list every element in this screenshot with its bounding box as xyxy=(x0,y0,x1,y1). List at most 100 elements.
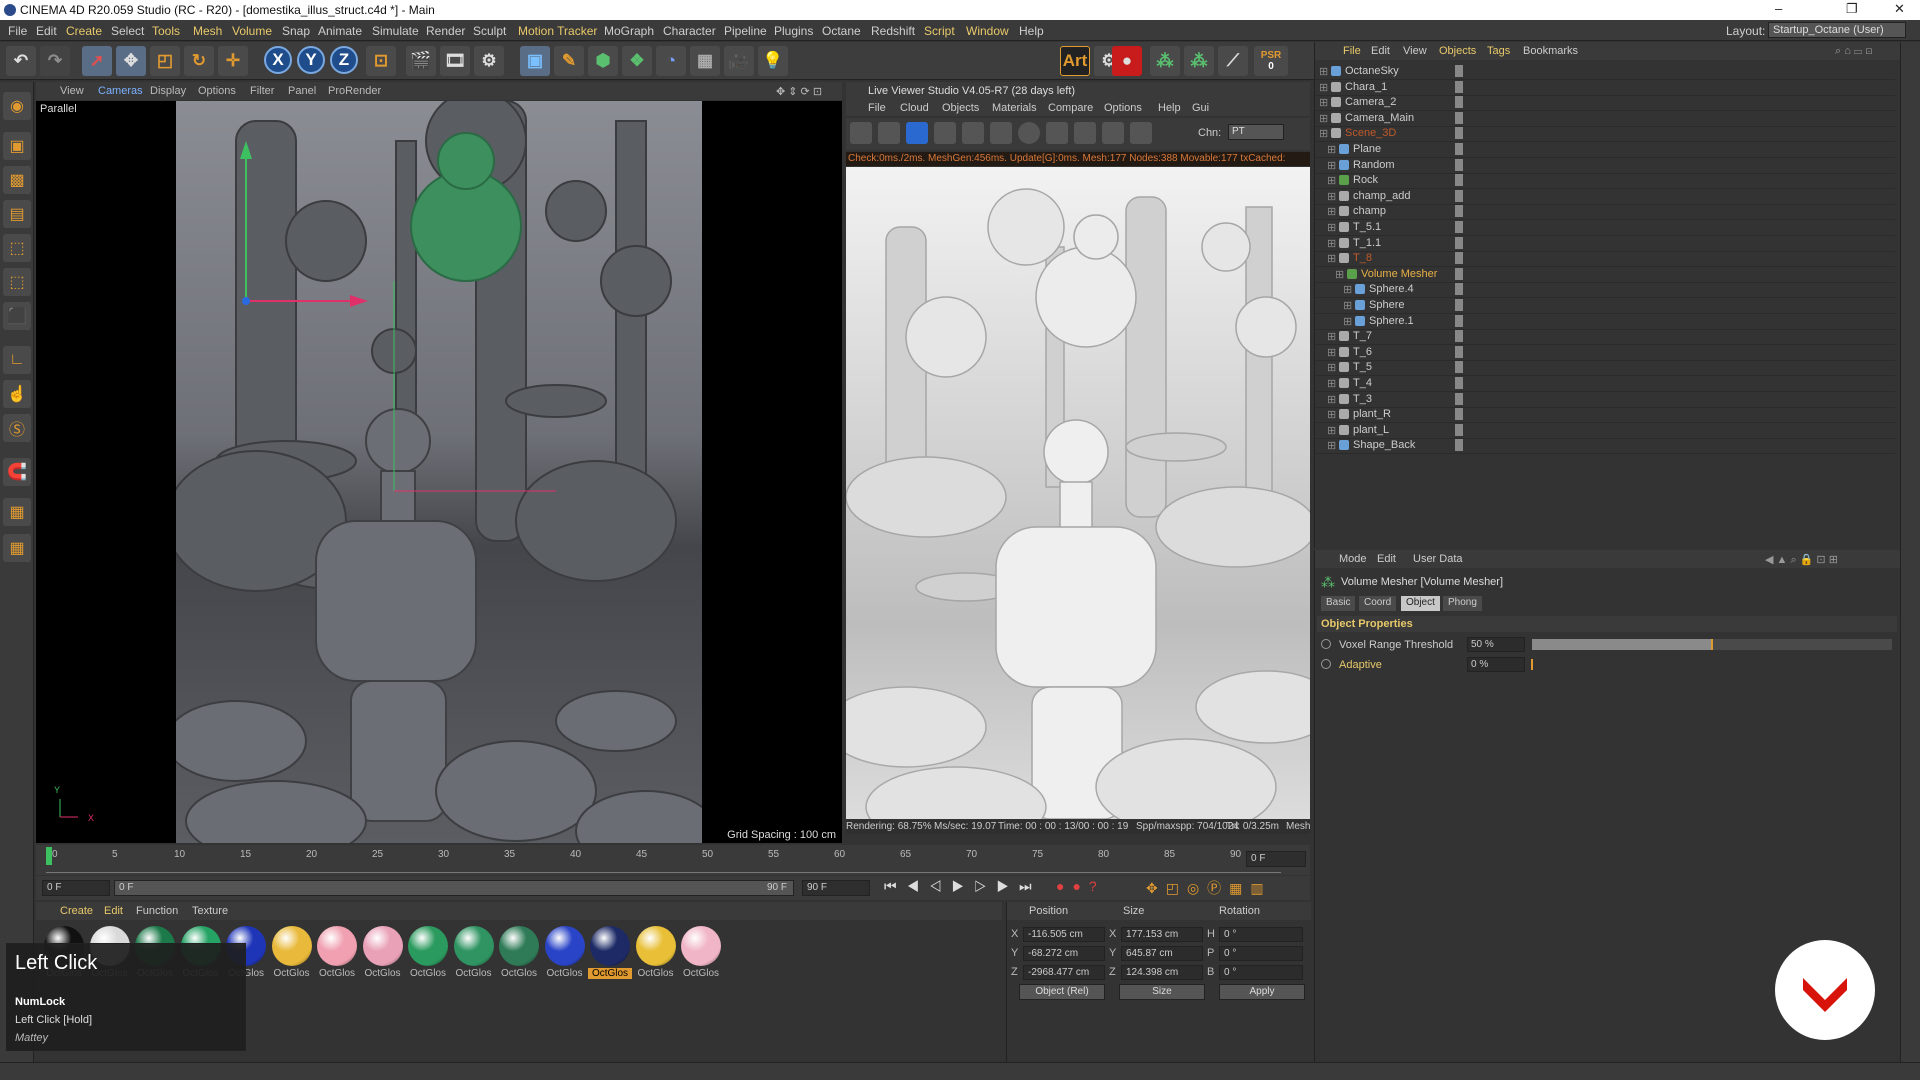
close-button[interactable]: ✕ xyxy=(1894,1,1905,17)
psr-toggle[interactable]: PSR 0 xyxy=(1254,46,1288,76)
expand-toggle-icon[interactable]: ⊞ xyxy=(1327,159,1336,172)
recent-tool-icon[interactable]: ✛ xyxy=(218,46,248,76)
menu-volume[interactable]: Volume xyxy=(232,24,272,38)
visibility-toggle-icon[interactable] xyxy=(1455,127,1463,140)
lv-settings-icon[interactable] xyxy=(850,122,872,144)
viewport-menu-panel[interactable]: Panel xyxy=(288,85,316,97)
polygons-mode-icon[interactable]: ⬛ xyxy=(3,302,31,330)
position-y-field[interactable]: -68.272 cm xyxy=(1023,946,1105,961)
art-button[interactable]: Art xyxy=(1060,46,1090,76)
position-z-field[interactable]: -2968.477 cm xyxy=(1023,965,1105,980)
lv-menu-objects[interactable]: Objects xyxy=(942,102,979,114)
material-swatch[interactable]: OctGlos xyxy=(497,926,541,982)
visibility-toggle-icon[interactable] xyxy=(1455,236,1463,249)
menu-create[interactable]: Create xyxy=(66,24,102,38)
render-picture-viewer-icon[interactable]: 🎞 xyxy=(440,46,470,76)
material-swatch[interactable]: OctGlos xyxy=(634,926,678,982)
undo-icon[interactable]: ↶ xyxy=(6,46,36,76)
menu-character[interactable]: Character xyxy=(663,24,716,38)
visibility-toggle-icon[interactable] xyxy=(1455,299,1463,311)
lv-menu-options[interactable]: Options xyxy=(1104,102,1142,114)
octane-objects-icon[interactable]: ⁂ xyxy=(1184,46,1214,76)
menu-window[interactable]: Window xyxy=(966,24,1009,38)
expand-toggle-icon[interactable]: ⊞ xyxy=(1327,393,1336,406)
expand-toggle-icon[interactable]: ⊞ xyxy=(1319,112,1328,125)
lv-menu-gui[interactable]: Gui xyxy=(1192,102,1209,114)
lv-split-icon[interactable] xyxy=(1074,122,1096,144)
viewport-menu-display[interactable]: Display xyxy=(150,85,186,97)
tab-object[interactable]: Object xyxy=(1401,596,1440,611)
visibility-toggle-icon[interactable] xyxy=(1455,330,1463,343)
visibility-toggle-icon[interactable] xyxy=(1455,80,1463,93)
position-x-field[interactable]: -116.505 cm xyxy=(1023,927,1105,942)
lv-menu-cloud[interactable]: Cloud xyxy=(900,102,929,114)
rotate-tool-icon[interactable]: ↻ xyxy=(184,46,214,76)
expand-toggle-icon[interactable]: ⊞ xyxy=(1343,315,1352,328)
size-z-field[interactable]: 124.398 cm xyxy=(1121,965,1203,980)
menu-plugins[interactable]: Plugins xyxy=(774,24,813,38)
record-keys-icon[interactable]: ●●? xyxy=(1056,878,1105,894)
viewport-scene[interactable] xyxy=(176,101,702,843)
expand-toggle-icon[interactable]: ⊞ xyxy=(1327,346,1336,359)
attr-nav-icons[interactable]: ◀ ▲ ⌕ 🔒 ⊡ ⊞ xyxy=(1765,553,1838,567)
animate-param-icon[interactable] xyxy=(1321,659,1331,669)
expand-toggle-icon[interactable]: ⊞ xyxy=(1319,65,1328,78)
expand-toggle-icon[interactable]: ⊞ xyxy=(1343,299,1352,312)
material-swatch[interactable]: OctGlos xyxy=(452,926,496,982)
visibility-toggle-icon[interactable] xyxy=(1455,205,1463,218)
z-axis-lock-icon[interactable]: Z xyxy=(330,46,358,74)
animate-param-icon[interactable] xyxy=(1321,639,1331,649)
expand-toggle-icon[interactable]: ⊞ xyxy=(1327,190,1336,203)
menu-motion-tracker[interactable]: Motion Tracker xyxy=(518,24,597,38)
visibility-toggle-icon[interactable] xyxy=(1455,345,1463,358)
attr-menu-mode[interactable]: Mode xyxy=(1339,553,1367,565)
scale-tool-icon[interactable]: ◰ xyxy=(150,46,180,76)
expand-toggle-icon[interactable]: ⊞ xyxy=(1327,143,1336,156)
select-tool-icon[interactable]: ➚ xyxy=(82,46,112,76)
camera-icon[interactable]: 🎥 xyxy=(724,46,754,76)
light-icon[interactable]: 💡 xyxy=(758,46,788,76)
expand-toggle-icon[interactable]: ⊞ xyxy=(1327,424,1336,437)
obj-menu-view[interactable]: View xyxy=(1403,45,1427,57)
workplane-mode-icon[interactable]: ▤ xyxy=(3,200,31,228)
adaptive-field[interactable]: 0 % xyxy=(1467,657,1525,672)
viewport-menu-options[interactable]: Options xyxy=(198,85,236,97)
max-frame-field[interactable]: 90 F xyxy=(802,880,870,896)
octane-nodes-icon[interactable]: ⁂ xyxy=(1150,46,1180,76)
material-swatch[interactable]: OctGlos xyxy=(588,926,632,982)
viewport-menu-prorender[interactable]: ProRender xyxy=(328,85,381,97)
menu-sculpt[interactable]: Sculpt xyxy=(473,24,506,38)
expand-toggle-icon[interactable]: ⊞ xyxy=(1343,283,1352,296)
editor-viewport[interactable]: Parallel Y X Grid Spacing : 100 cm xyxy=(36,101,842,843)
attr-menu-edit[interactable]: Edit xyxy=(1377,553,1396,565)
tab-coord[interactable]: Coord xyxy=(1359,596,1397,611)
material-swatch[interactable]: OctGlos xyxy=(315,926,359,982)
redo-icon[interactable]: ↷ xyxy=(40,46,70,76)
visibility-toggle-icon[interactable] xyxy=(1455,392,1463,405)
menu-pipeline[interactable]: Pipeline xyxy=(724,24,767,38)
viewport-menu-filter[interactable]: Filter xyxy=(250,85,274,97)
mat-menu-edit[interactable]: Edit xyxy=(104,905,123,917)
viewport-menu-view[interactable]: View xyxy=(60,85,84,97)
expand-toggle-icon[interactable]: ⊞ xyxy=(1327,252,1336,265)
material-swatch[interactable]: OctGlos xyxy=(679,926,723,982)
lv-compare-icon[interactable] xyxy=(1046,122,1068,144)
menu-snap[interactable]: Snap xyxy=(282,24,310,38)
menu-animate[interactable]: Animate xyxy=(318,24,362,38)
material-swatch[interactable]: OctGlos xyxy=(361,926,405,982)
lv-material-ball-icon[interactable] xyxy=(1018,122,1040,144)
expand-toggle-icon[interactable]: ⊞ xyxy=(1319,81,1328,94)
slider-handle[interactable] xyxy=(1711,639,1713,650)
attr-menu-user-data[interactable]: User Data xyxy=(1413,553,1463,565)
expand-toggle-icon[interactable]: ⊞ xyxy=(1327,221,1336,234)
visibility-toggle-icon[interactable] xyxy=(1455,143,1463,155)
lv-restart-icon[interactable] xyxy=(878,122,900,144)
render-settings-icon[interactable]: ⚙ xyxy=(474,46,504,76)
lv-lock-icon[interactable] xyxy=(990,122,1012,144)
menu-simulate[interactable]: Simulate xyxy=(372,24,419,38)
lv-menu-compare[interactable]: Compare xyxy=(1048,102,1093,114)
preview-range-slider[interactable]: 0 F 90 F xyxy=(114,880,794,896)
visibility-toggle-icon[interactable] xyxy=(1455,96,1463,109)
expand-toggle-icon[interactable]: ⊞ xyxy=(1327,205,1336,218)
menu-render[interactable]: Render xyxy=(426,24,465,38)
